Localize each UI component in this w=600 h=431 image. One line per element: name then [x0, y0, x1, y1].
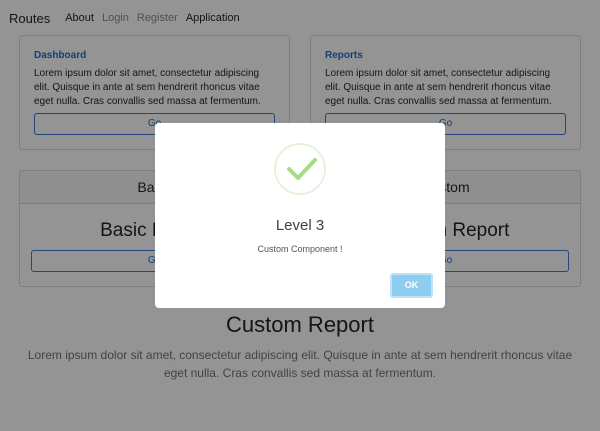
dialog-title: Level 3: [275, 217, 325, 234]
alert-dialog: Level 3 Custom Component ! OK: [155, 123, 445, 308]
ok-button[interactable]: OK: [390, 273, 433, 298]
success-check-icon: [274, 143, 326, 195]
dialog-message: Custom Component !: [257, 244, 343, 254]
